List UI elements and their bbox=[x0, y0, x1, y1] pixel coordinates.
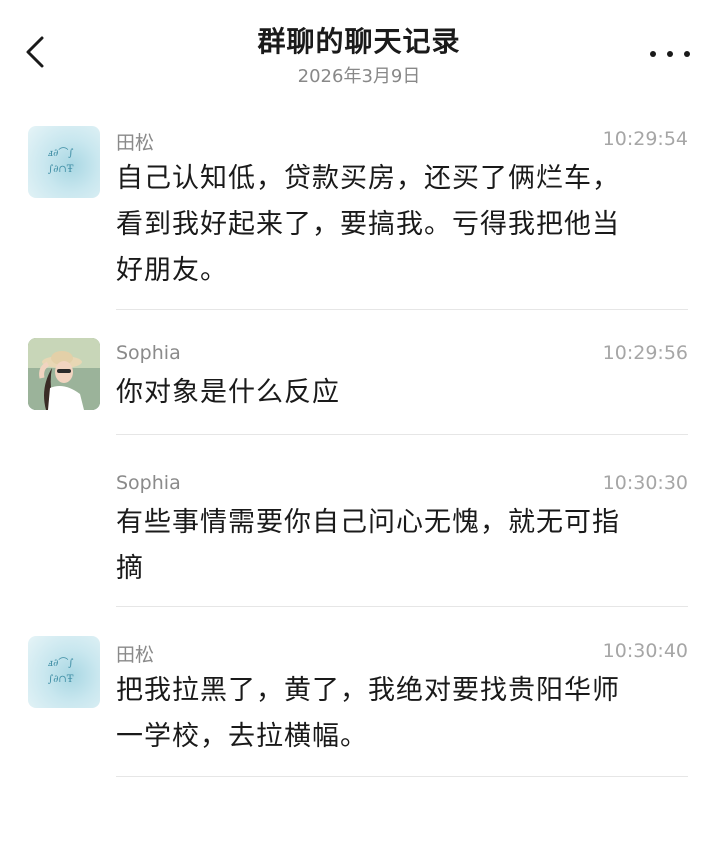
tian-avatar-icon: ⅎ∂⌒∫ ∫∂∩Ŧ bbox=[48, 657, 74, 685]
more-dots-icon bbox=[684, 51, 690, 57]
message-line: 把我拉黑了，黄了，我绝对要找贵阳华师 bbox=[116, 675, 620, 706]
message-time: 10:30:30 bbox=[602, 472, 688, 494]
divider bbox=[116, 309, 688, 310]
divider bbox=[116, 434, 688, 435]
message-line: 看到我好起来了，要搞我。亏得我把他当 bbox=[116, 209, 620, 240]
sender-name: Sophia bbox=[116, 472, 181, 494]
page-date: 2026年3月9日 bbox=[297, 66, 421, 87]
svg-text:ⅎ∂⌒∫: ⅎ∂⌒∫ bbox=[48, 657, 74, 669]
message-time: 10:29:54 bbox=[602, 128, 688, 150]
sender-name: 田松 bbox=[116, 644, 155, 666]
more-dots-icon bbox=[650, 51, 656, 57]
more-dots-icon bbox=[667, 51, 673, 57]
divider bbox=[116, 606, 688, 607]
sophia-avatar-icon bbox=[28, 338, 100, 410]
svg-text:∫∂∩Ŧ: ∫∂∩Ŧ bbox=[48, 674, 74, 685]
chat-history-page: 群聊的聊天记录 2026年3月9日 ⅎ∂⌒∫ ∫∂∩Ŧ 田松 10:29:54 … bbox=[0, 0, 718, 866]
message-text: 把我拉黑了，黄了，我绝对要找贵阳华师 一学校，去拉横幅。 bbox=[116, 668, 686, 760]
sender-name: 田松 bbox=[116, 132, 155, 154]
avatar[interactable] bbox=[28, 338, 100, 410]
header-bar: 群聊的聊天记录 2026年3月9日 bbox=[0, 0, 718, 100]
message-text: 你对象是什么反应 bbox=[116, 370, 686, 416]
message-item[interactable]: Sophia 10:30:30 有些事情需要你自己问心无愧，就无可指 摘 bbox=[0, 464, 718, 608]
avatar[interactable]: ⅎ∂⌒∫ ∫∂∩Ŧ bbox=[28, 126, 100, 198]
avatar[interactable]: ⅎ∂⌒∫ ∫∂∩Ŧ bbox=[28, 636, 100, 708]
sender-name: Sophia bbox=[116, 342, 181, 364]
message-line: 一学校，去拉横幅。 bbox=[116, 721, 368, 752]
svg-text:∫∂∩Ŧ: ∫∂∩Ŧ bbox=[48, 164, 74, 175]
more-button[interactable] bbox=[650, 44, 690, 64]
message-time: 10:29:56 bbox=[602, 342, 688, 364]
message-text: 自己认知低，贷款买房，还买了俩烂车， 看到我好起来了，要搞我。亏得我把他当 好朋… bbox=[116, 156, 686, 294]
message-line: 你对象是什么反应 bbox=[116, 377, 340, 408]
message-item[interactable]: ⅎ∂⌒∫ ∫∂∩Ŧ 田松 10:30:40 把我拉黑了，黄了，我绝对要找贵阳华师… bbox=[0, 632, 718, 778]
page-title: 群聊的聊天记录 bbox=[257, 25, 461, 58]
message-line: 自己认知低，贷款买房，还买了俩烂车， bbox=[116, 163, 620, 194]
message-text: 有些事情需要你自己问心无愧，就无可指 摘 bbox=[116, 500, 686, 592]
message-line: 摘 bbox=[116, 553, 144, 584]
message-item[interactable]: ⅎ∂⌒∫ ∫∂∩Ŧ 田松 10:29:54 自己认知低，贷款买房，还买了俩烂车，… bbox=[0, 120, 718, 310]
message-time: 10:30:40 bbox=[602, 640, 688, 662]
tian-avatar-icon: ⅎ∂⌒∫ ∫∂∩Ŧ bbox=[48, 147, 74, 175]
message-line: 有些事情需要你自己问心无愧，就无可指 bbox=[116, 507, 620, 538]
divider bbox=[116, 776, 688, 777]
svg-text:ⅎ∂⌒∫: ⅎ∂⌒∫ bbox=[48, 147, 74, 159]
message-item[interactable]: Sophia 10:29:56 你对象是什么反应 bbox=[0, 334, 718, 436]
message-line: 好朋友。 bbox=[116, 255, 228, 286]
